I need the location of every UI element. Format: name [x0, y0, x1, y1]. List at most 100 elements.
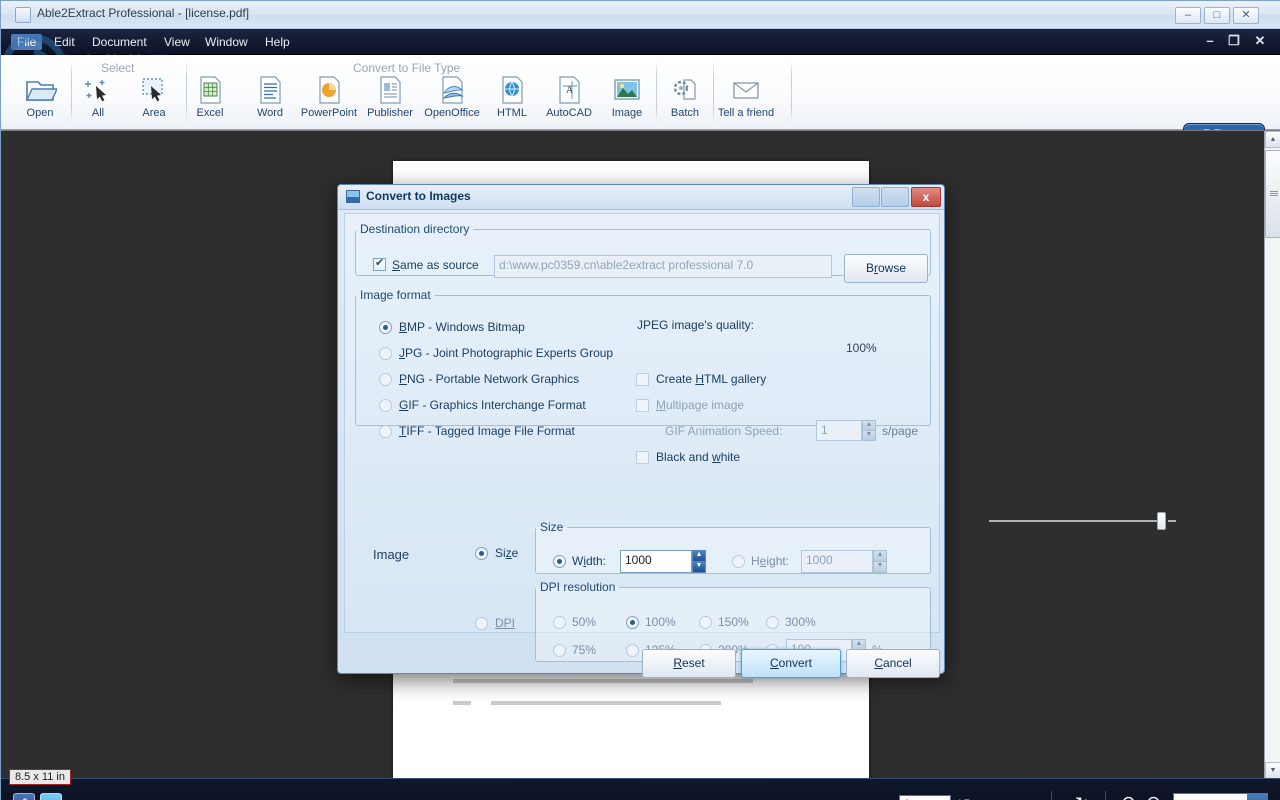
- format-radio-tiff[interactable]: [379, 425, 392, 438]
- toolbar-button-all[interactable]: All: [67, 73, 129, 119]
- format-label-bmp: BMP - Windows Bitmap: [399, 320, 525, 334]
- application-window: Able2Extract Professional - [license.pdf…: [0, 0, 1280, 800]
- convert-button[interactable]: Convert: [741, 649, 841, 678]
- last-page-button[interactable]: ⏭: [1025, 795, 1043, 800]
- menu-edit[interactable]: Edit: [48, 34, 81, 50]
- format-label-jpg: JPG - Joint Photographic Experts Group: [399, 346, 614, 360]
- mdi-close-button[interactable]: ✕: [1251, 33, 1269, 49]
- toolbar-button-area-label: Area: [142, 107, 166, 119]
- format-radio-png[interactable]: [379, 373, 392, 386]
- dpi-radio-100[interactable]: [626, 616, 639, 629]
- toolbar-button-all-label: All: [91, 107, 105, 119]
- page-size-indicator: 8.5 x 11 in: [9, 769, 71, 785]
- toolbar-button-publisher[interactable]: Publisher: [359, 73, 421, 119]
- page-number-input[interactable]: 1: [899, 795, 951, 800]
- gif-speed-input[interactable]: 1: [816, 420, 862, 441]
- reset-button[interactable]: Reset: [642, 649, 736, 678]
- select-area-icon: [123, 73, 185, 109]
- width-radio[interactable]: [553, 555, 566, 568]
- toolbar-button-area[interactable]: Area: [123, 73, 185, 119]
- same-as-source-label: SSame as sourceame as source: [392, 258, 479, 272]
- toolbar-button-excel-label: Excel: [196, 107, 224, 119]
- gif-speed-spin-down[interactable]: ▼: [862, 430, 876, 441]
- jpeg-quality-slider-track[interactable]: [989, 520, 1159, 522]
- toolbar-button-open-label: Open: [26, 107, 54, 119]
- format-radio-jpg[interactable]: [379, 347, 392, 360]
- image-mode-radio-size[interactable]: [475, 547, 488, 560]
- format-radio-bmp[interactable]: [379, 321, 392, 334]
- zoom-level-select[interactable]: Fit Page ▼: [1173, 793, 1268, 800]
- app-client-area: File Edit Document View Window Help – ❐ …: [1, 29, 1280, 800]
- image-mode-label-size: Size: [495, 546, 519, 560]
- envelope-icon: [713, 73, 779, 109]
- previous-page-button[interactable]: ◀: [877, 795, 895, 800]
- mdi-restore-button[interactable]: ❐: [1225, 33, 1243, 49]
- scroll-down-arrow-icon[interactable]: ▼: [1265, 762, 1280, 779]
- first-page-button[interactable]: ⏮: [853, 795, 871, 800]
- width-spin-down[interactable]: ▼: [692, 561, 706, 573]
- facebook-icon[interactable]: f: [13, 793, 35, 800]
- gif-speed-label: GIF Animation Speed:: [665, 424, 783, 438]
- dpi-radio-50[interactable]: [553, 616, 566, 629]
- browse-button[interactable]: Browse: [844, 254, 928, 283]
- height-input[interactable]: 1000: [801, 550, 873, 573]
- toolbar-button-open[interactable]: Open: [9, 73, 71, 119]
- twitter-icon[interactable]: t: [40, 793, 62, 800]
- dialog-close-button[interactable]: x: [911, 187, 941, 207]
- toolbar-button-openoffice[interactable]: OpenOffice: [421, 73, 483, 119]
- height-radio[interactable]: [732, 555, 745, 568]
- width-input[interactable]: 1000: [620, 550, 692, 573]
- menu-help[interactable]: Help: [259, 34, 296, 50]
- menu-window[interactable]: Window: [199, 34, 254, 50]
- toolbar-button-image[interactable]: Image: [596, 73, 658, 119]
- dpi-radio-300[interactable]: [766, 616, 779, 629]
- menu-document[interactable]: Document: [86, 34, 153, 50]
- chevron-down-icon[interactable]: ▼: [1247, 794, 1267, 800]
- open-folder-icon: [9, 73, 71, 109]
- create-html-gallery-checkbox[interactable]: [636, 373, 649, 386]
- window-minimize-button[interactable]: –: [1175, 7, 1201, 24]
- zoom-in-icon[interactable]: [1121, 795, 1139, 800]
- toolbar-button-word-label: Word: [256, 107, 284, 119]
- dialog-title: Convert to Images: [366, 189, 471, 203]
- black-and-white-label: Black and white: [656, 450, 741, 464]
- toolbar-button-word[interactable]: Word: [239, 73, 301, 119]
- multipage-image-label: Multipage image: [656, 398, 745, 412]
- image-mode-radio-dpi[interactable]: [475, 617, 488, 630]
- dpi-label-300: 300%: [785, 615, 816, 629]
- vertical-scrollbar[interactable]: ▲ ▼: [1264, 131, 1280, 779]
- destination-path-input[interactable]: d:\www.pc0359.cn\able2extract profession…: [494, 255, 832, 278]
- window-maximize-button[interactable]: □: [1204, 7, 1230, 24]
- toolbar-button-excel[interactable]: Excel: [179, 73, 241, 119]
- image-mode-label-dpi: DPI: [495, 616, 516, 630]
- next-page-button[interactable]: ▶: [1001, 795, 1019, 800]
- toolbar-button-autocad[interactable]: A AutoCAD: [538, 73, 600, 119]
- excel-icon: [179, 73, 241, 109]
- statusbar: 8.5 x 11 in f t ⏮ ◀ 1 / 5 ▶ ⏭ ↻ Fit Page…: [1, 769, 1280, 800]
- toolbar-button-image-label: Image: [611, 107, 643, 119]
- toolbar-button-batch[interactable]: Batch: [654, 73, 716, 119]
- toolbar-button-tell-a-friend[interactable]: Tell a friend: [713, 73, 779, 119]
- window-close-button[interactable]: ✕: [1233, 7, 1259, 24]
- dpi-label-100: 100%: [645, 615, 676, 629]
- format-radio-gif[interactable]: [379, 399, 392, 412]
- toolbar-button-tell-a-friend-label: Tell a friend: [717, 107, 775, 119]
- mdi-minimize-button[interactable]: –: [1201, 33, 1219, 48]
- black-and-white-checkbox[interactable]: [636, 451, 649, 464]
- menu-file[interactable]: File: [11, 34, 43, 50]
- menu-view[interactable]: View: [158, 34, 196, 50]
- same-as-source-checkbox[interactable]: [373, 256, 386, 271]
- zoom-out-icon[interactable]: [1146, 795, 1164, 800]
- cancel-button[interactable]: Cancel: [846, 649, 940, 678]
- toolbar-button-powerpoint[interactable]: PowerPoint: [298, 73, 360, 119]
- rotate-icon[interactable]: ↻: [1073, 795, 1091, 800]
- scrollbar-thumb[interactable]: [1265, 150, 1280, 238]
- toolbar-button-html[interactable]: HTML: [481, 73, 543, 119]
- scroll-up-arrow-icon[interactable]: ▲: [1265, 131, 1280, 148]
- dialog-maximize-button: [881, 187, 909, 207]
- jpeg-quality-slider-thumb[interactable]: [1157, 512, 1166, 530]
- height-spin-down[interactable]: ▼: [873, 561, 887, 573]
- dpi-radio-150[interactable]: [699, 616, 712, 629]
- multipage-image-checkbox[interactable]: [636, 399, 649, 412]
- height-label: Height:: [751, 554, 790, 568]
